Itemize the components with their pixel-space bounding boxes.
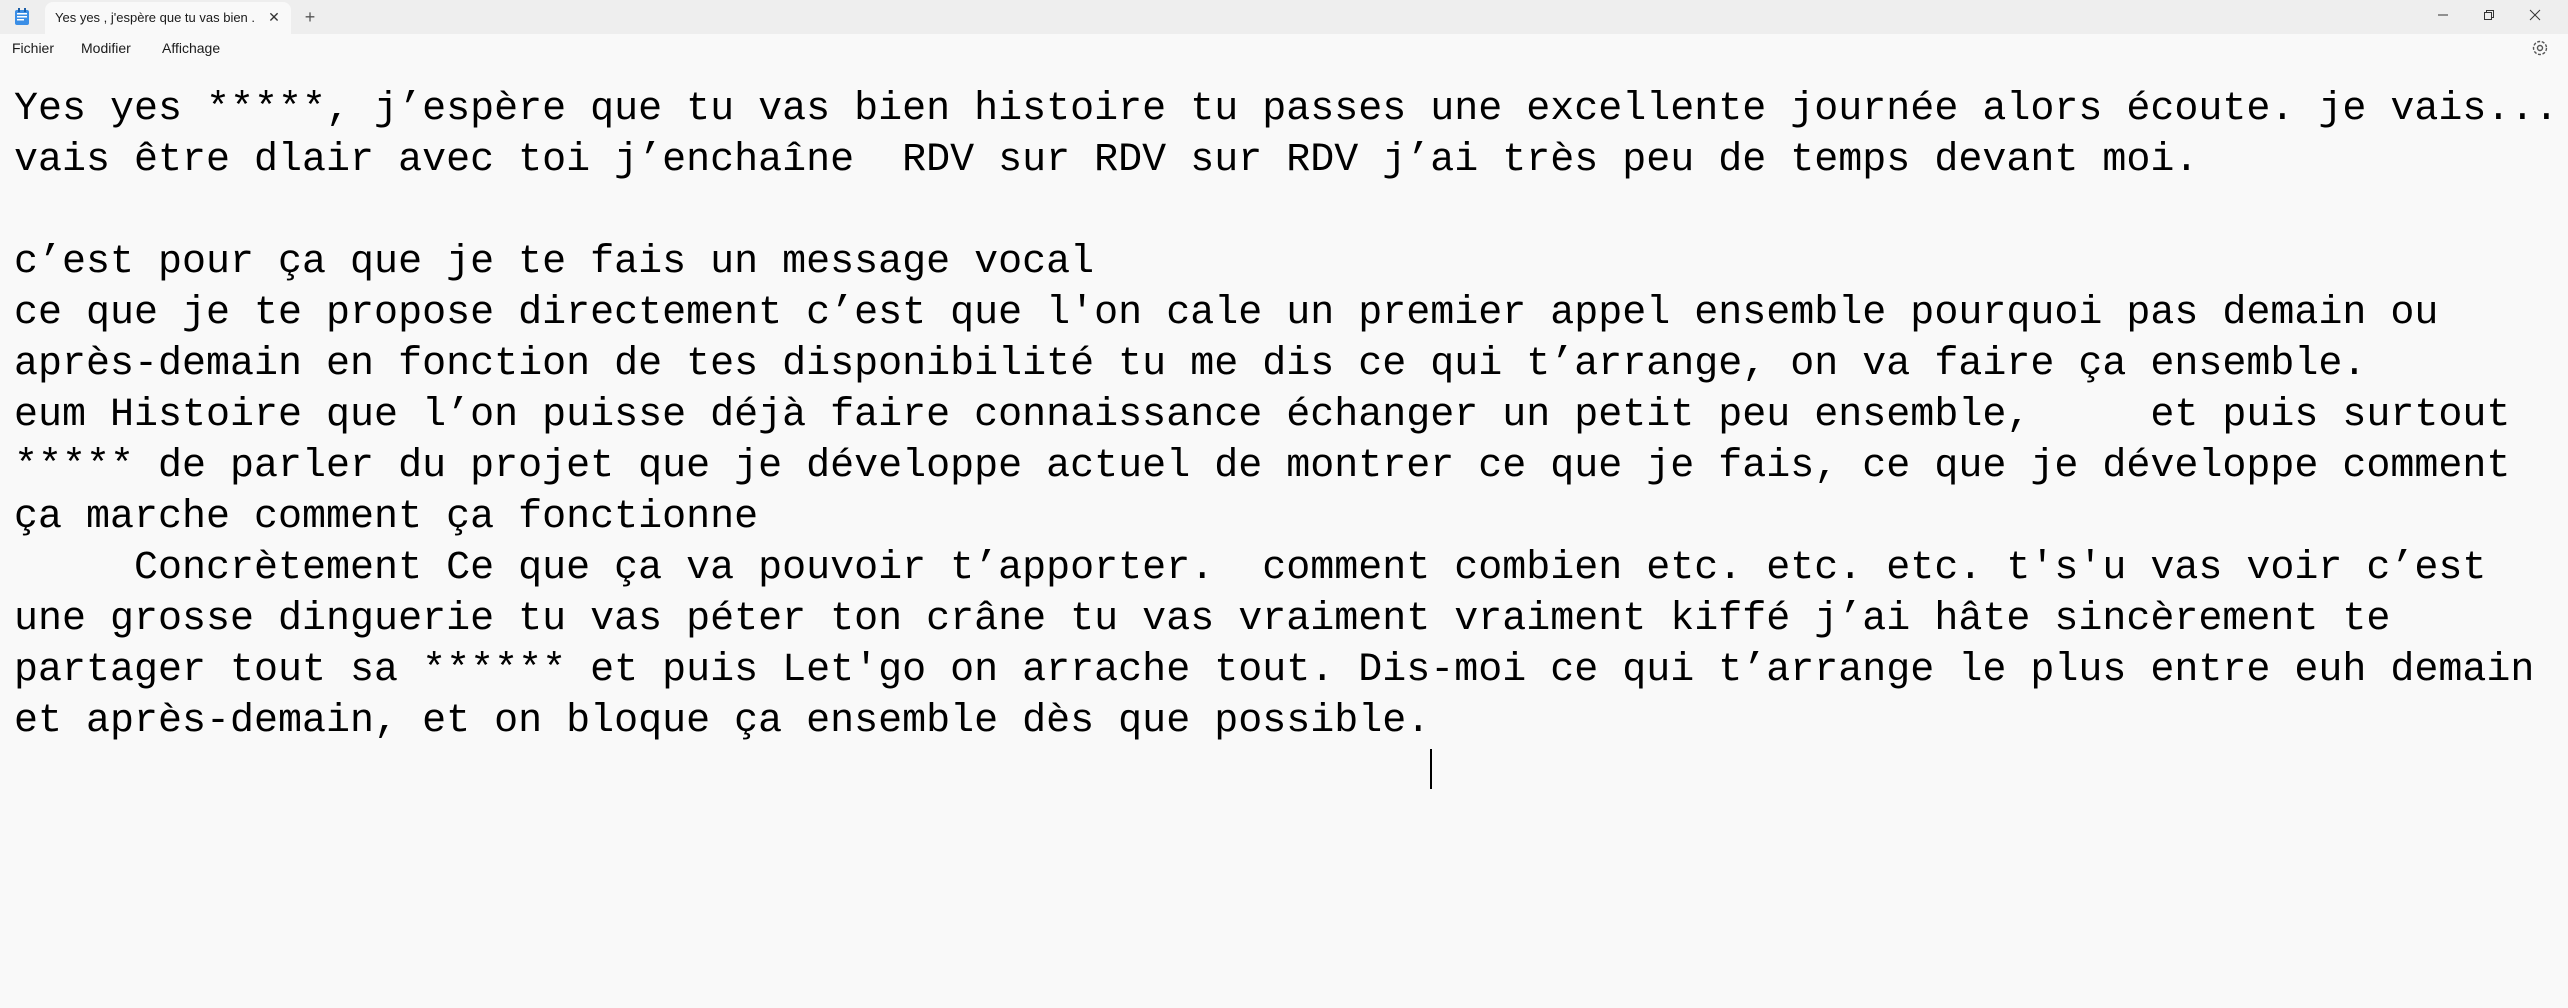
tab-document[interactable]: Yes yes , j'espère que tu vas bien .t ✕ [45, 2, 291, 34]
menu-view[interactable]: Affichage [162, 40, 220, 56]
close-window-button[interactable] [2512, 0, 2558, 30]
document-line[interactable]: et après-demain, et on bloque ça ensembl… [14, 696, 2564, 747]
maximize-button[interactable] [2466, 0, 2512, 30]
menu-file[interactable]: Fichier [12, 40, 54, 56]
document-line[interactable]: c’est pour ça que je te fais un message … [14, 237, 2564, 288]
tab-title: Yes yes , j'espère que tu vas bien .t [55, 10, 255, 25]
document-line[interactable]: ***** de parler du projet que je dévelop… [14, 441, 2564, 492]
menu-bar: Fichier Modifier Affichage [0, 34, 2568, 64]
document-line[interactable]: après-demain en fonction de tes disponib… [14, 339, 2564, 390]
document-line[interactable]: partager tout sa ****** et puis Let'go o… [14, 645, 2564, 696]
document-line[interactable]: Yes yes *****, j’espère que tu vas bien … [14, 84, 2564, 135]
document-line[interactable]: ce que je te propose directement c’est q… [14, 288, 2564, 339]
gear-icon[interactable] [2530, 38, 2550, 58]
title-bar: Yes yes , j'espère que tu vas bien .t ✕ … [0, 0, 2568, 34]
document-text[interactable]: Yes yes *****, j’espère que tu vas bien … [14, 84, 2564, 747]
plus-icon[interactable]: + [298, 6, 322, 28]
text-caret [1430, 749, 1432, 789]
maximize-icon [2484, 10, 2494, 20]
text-editor[interactable]: Yes yes *****, j’espère que tu vas bien … [0, 64, 2568, 1008]
document-line[interactable]: eum Histoire que l’on puisse déjà faire … [14, 390, 2564, 441]
document-line[interactable]: Concrètement Ce que ça va pouvoir t’appo… [14, 543, 2564, 594]
menu-edit[interactable]: Modifier [81, 40, 131, 56]
minimize-icon [2438, 14, 2448, 16]
document-line[interactable]: une grosse dinguerie tu vas péter ton cr… [14, 594, 2564, 645]
document-line[interactable]: ça marche comment ça fonctionne [14, 492, 2564, 543]
document-line[interactable]: vais être dlair avec toi j’enchaîne RDV … [14, 135, 2564, 186]
minimize-button[interactable] [2420, 0, 2466, 30]
document-line[interactable] [14, 186, 2564, 237]
notepad-icon [14, 8, 30, 26]
close-icon[interactable]: ✕ [265, 8, 283, 26]
close-icon [2529, 9, 2541, 21]
